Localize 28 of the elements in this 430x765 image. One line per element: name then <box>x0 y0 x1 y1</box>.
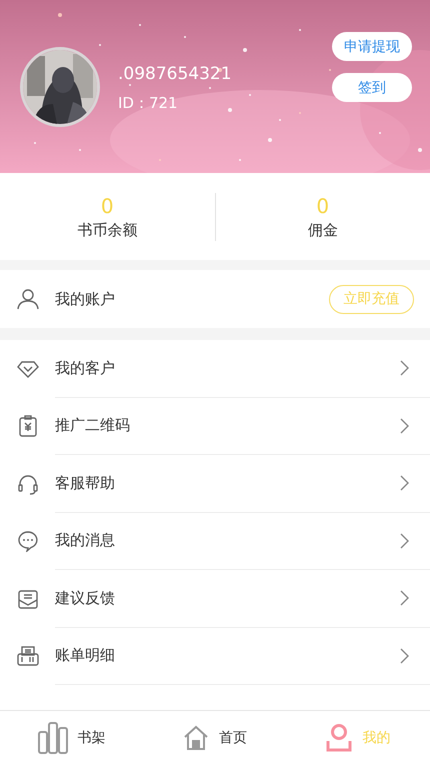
chevron-right-icon <box>400 648 410 664</box>
menu-item-label[interactable]: 账单明细 <box>55 646 400 666</box>
chevron-right-icon <box>400 532 410 549</box>
bookshelf-icon <box>38 722 68 754</box>
stat-label: 书币余额 <box>77 220 138 240</box>
chat-icon <box>17 530 39 552</box>
menu-item-label[interactable]: 我的客户 <box>55 358 400 378</box>
tab[interactable]: 书架 <box>0 711 144 765</box>
chevron-right-icon <box>400 418 410 434</box>
home-icon <box>182 725 209 751</box>
chevron-right-icon <box>400 475 410 492</box>
menu-item-label[interactable]: 推广二维码 <box>55 416 400 436</box>
stat-label: 佣金 <box>308 220 338 240</box>
headset-icon <box>17 472 39 495</box>
chevron-right-icon <box>400 590 410 606</box>
clipboard-icon <box>17 415 39 438</box>
account-label: 我的账户 <box>55 290 116 308</box>
mail-icon <box>17 588 39 610</box>
user-icon <box>17 288 39 310</box>
stat-value: 0 <box>100 194 114 218</box>
chevron-right-icon <box>400 360 410 376</box>
tab[interactable]: 首页 <box>143 711 287 765</box>
menu-item-label[interactable]: 建议反馈 <box>55 588 400 608</box>
user-icon <box>326 724 352 752</box>
menu-item-label[interactable]: 客服帮助 <box>55 474 400 493</box>
menu-item-label[interactable]: 我的消息 <box>55 531 400 550</box>
stat-value: 0 <box>316 194 330 218</box>
receipt-icon <box>17 645 39 668</box>
